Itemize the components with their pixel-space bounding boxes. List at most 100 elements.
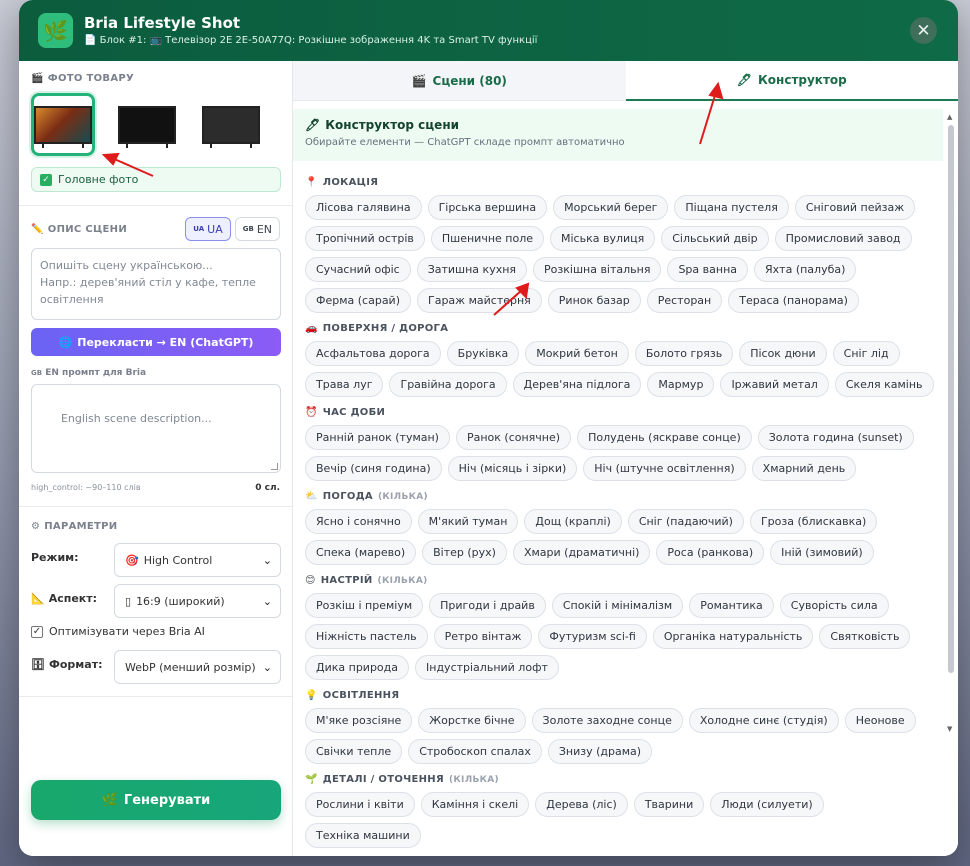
option-chip[interactable]: Піщана пустеля [674, 195, 789, 220]
mode-select[interactable]: 🎯 High Control ⌄ [114, 543, 281, 577]
option-chip[interactable]: Ретро вінтаж [433, 624, 533, 649]
option-chip[interactable]: Ранній ранок (туман) [305, 425, 450, 450]
option-chip[interactable]: Ринок базар [547, 288, 641, 313]
option-chip[interactable]: Хмарний день [751, 456, 857, 481]
option-chip[interactable]: Тераса (панорама) [728, 288, 859, 313]
option-chip[interactable]: Святковість [819, 624, 911, 649]
option-chip[interactable]: Ніч (штучне освітлення) [583, 456, 746, 481]
translate-button[interactable]: 🌐 Перекласти → EN (ChatGPT) [31, 328, 281, 356]
option-chip[interactable]: Жорстке бічне [418, 708, 526, 733]
option-chip[interactable]: Розкішна вітальня [533, 257, 662, 282]
aspect-select[interactable]: ▯ 16:9 (широкий) ⌄ [114, 584, 281, 618]
option-chip[interactable]: Сніговий пейзаж [794, 195, 916, 220]
product-thumbnail-2[interactable] [115, 93, 179, 156]
optimize-checkbox[interactable]: ✓ [31, 625, 43, 638]
option-chip[interactable]: Знизу (драма) [547, 739, 653, 764]
product-thumbnail-3[interactable] [199, 93, 263, 156]
close-button[interactable]: ✕ [910, 17, 937, 44]
vertical-scrollbar[interactable]: ▲ ▼ [947, 113, 955, 733]
scroll-up-icon[interactable]: ▲ [947, 113, 952, 121]
en-prompt-input[interactable]: English scene description... [31, 384, 281, 473]
option-chip[interactable]: Гараж майстерня [417, 288, 542, 313]
resize-grip-icon[interactable] [271, 463, 278, 470]
option-chip[interactable]: Ніч (місяць і зірки) [447, 456, 578, 481]
option-chip[interactable]: Сніг лід [832, 341, 900, 366]
option-chip[interactable]: Затишна кухня [416, 257, 528, 282]
option-chip[interactable]: М'який туман [417, 509, 519, 534]
product-thumbnail-1[interactable] [31, 93, 95, 156]
option-chip[interactable]: Стробоскоп спалах [408, 739, 542, 764]
option-chip[interactable]: Сучасний офіс [305, 257, 411, 282]
option-chip[interactable]: Ранок (сонячне) [455, 425, 572, 450]
option-chip[interactable]: Золоте заходне сонце [531, 708, 683, 733]
lang-en-button[interactable]: GB EN [234, 217, 280, 241]
option-chip[interactable]: Скеля камінь [834, 372, 934, 397]
option-chip[interactable]: Гроза (блискавка) [749, 509, 878, 534]
option-chip[interactable]: Міська вулиця [550, 226, 656, 251]
option-chip[interactable]: Мармур [647, 372, 715, 397]
option-chip[interactable]: Ніжність пастель [305, 624, 428, 649]
option-chip[interactable]: Лісова галявина [305, 195, 422, 220]
optimize-checkbox-row[interactable]: ✓ Оптимізувати через Bria AI [31, 625, 205, 638]
option-chip[interactable]: Спокій і мінімалізм [551, 593, 684, 618]
group-title-text: НАСТРІЙ [320, 575, 373, 586]
option-chip[interactable]: Тропічний острів [305, 226, 425, 251]
option-chip[interactable]: Органіка натуральність [652, 624, 814, 649]
option-chip[interactable]: Романтика [689, 593, 774, 618]
option-chip[interactable]: Золота година (sunset) [757, 425, 914, 450]
option-chip[interactable]: Болото грязь [634, 341, 734, 366]
option-chip[interactable]: Полудень (яскраве сонце) [577, 425, 752, 450]
option-chip[interactable]: Ресторан [646, 288, 723, 313]
option-chip[interactable]: Техніка машини [305, 823, 421, 848]
option-chip[interactable]: Роса (ранкова) [656, 540, 765, 565]
lang-ua-button[interactable]: UA UA [185, 217, 231, 241]
option-chip[interactable]: Бруківка [446, 341, 520, 366]
format-select[interactable]: WebP (менший розмір) ⌄ [114, 650, 281, 684]
option-chip[interactable]: Свічки тепле [305, 739, 403, 764]
option-chip[interactable]: Сільський двір [661, 226, 769, 251]
option-chip[interactable]: Асфальтова дорога [305, 341, 441, 366]
option-chip[interactable]: Мокрий бетон [525, 341, 629, 366]
scroll-down-icon[interactable]: ▼ [947, 725, 952, 733]
option-chip[interactable]: Вечір (синя година) [305, 456, 442, 481]
option-chip[interactable]: Трава луг [305, 372, 384, 397]
option-chip[interactable]: Суворість сила [779, 593, 889, 618]
option-chip[interactable]: Каміння і скелі [420, 792, 530, 817]
option-chip[interactable]: Неонове [844, 708, 916, 733]
tab-builder[interactable]: 🖊 Конструктор [625, 61, 958, 101]
option-chip[interactable]: Дерева (ліс) [535, 792, 628, 817]
option-chip[interactable]: Гірська вершина [427, 195, 548, 220]
option-chip[interactable]: М'яке розсіяне [305, 708, 413, 733]
option-chip[interactable]: Розкіш і преміум [305, 593, 424, 618]
option-chip[interactable]: Рослини і квіти [305, 792, 415, 817]
builder-scroll-area[interactable]: 🖊 Конструктор сцени Обирайте елементи — … [293, 101, 958, 856]
option-chip[interactable]: Тварини [633, 792, 705, 817]
option-chip[interactable]: Spa ванна [667, 257, 749, 282]
scene-description-input[interactable]: Опишіть сцену українською... Напр.: дере… [31, 248, 281, 320]
option-chip[interactable]: Хмари (драматичні) [512, 540, 651, 565]
option-chip[interactable]: Спека (марево) [305, 540, 417, 565]
option-chip[interactable]: Промисловий завод [774, 226, 912, 251]
tab-scenes[interactable]: 🎬 Сцени (80) [293, 61, 626, 101]
option-chip[interactable]: Гравійна дорога [389, 372, 507, 397]
option-chip[interactable]: Дика природа [305, 655, 410, 680]
option-chip[interactable]: Яхта (палуба) [754, 257, 857, 282]
option-chip[interactable]: Ферма (сарай) [305, 288, 411, 313]
option-chip[interactable]: Індустріальний лофт [415, 655, 559, 680]
option-chip[interactable]: Сніг (падаючий) [627, 509, 744, 534]
option-chip[interactable]: Холодне синє (студія) [688, 708, 839, 733]
option-chip[interactable]: Пісок дюни [739, 341, 827, 366]
option-chip[interactable]: Люди (силуети) [710, 792, 824, 817]
option-chip[interactable]: Ясно і сонячно [305, 509, 412, 534]
option-chip[interactable]: Дощ (краплі) [524, 509, 622, 534]
option-chip[interactable]: Дерев'яна підлога [512, 372, 642, 397]
option-chip[interactable]: Вітер (рух) [422, 540, 507, 565]
option-chip[interactable]: Пшеничне поле [430, 226, 544, 251]
option-chip[interactable]: Морський берег [553, 195, 669, 220]
option-chip[interactable]: Іній (зимовий) [770, 540, 874, 565]
generate-button[interactable]: 🌿 Генерувати [31, 780, 281, 820]
option-chip[interactable]: Футуризм sci-fi [538, 624, 647, 649]
option-chip[interactable]: Іржавий метал [720, 372, 829, 397]
scrollbar-thumb[interactable] [948, 125, 954, 673]
option-chip[interactable]: Пригоди і драйв [429, 593, 546, 618]
